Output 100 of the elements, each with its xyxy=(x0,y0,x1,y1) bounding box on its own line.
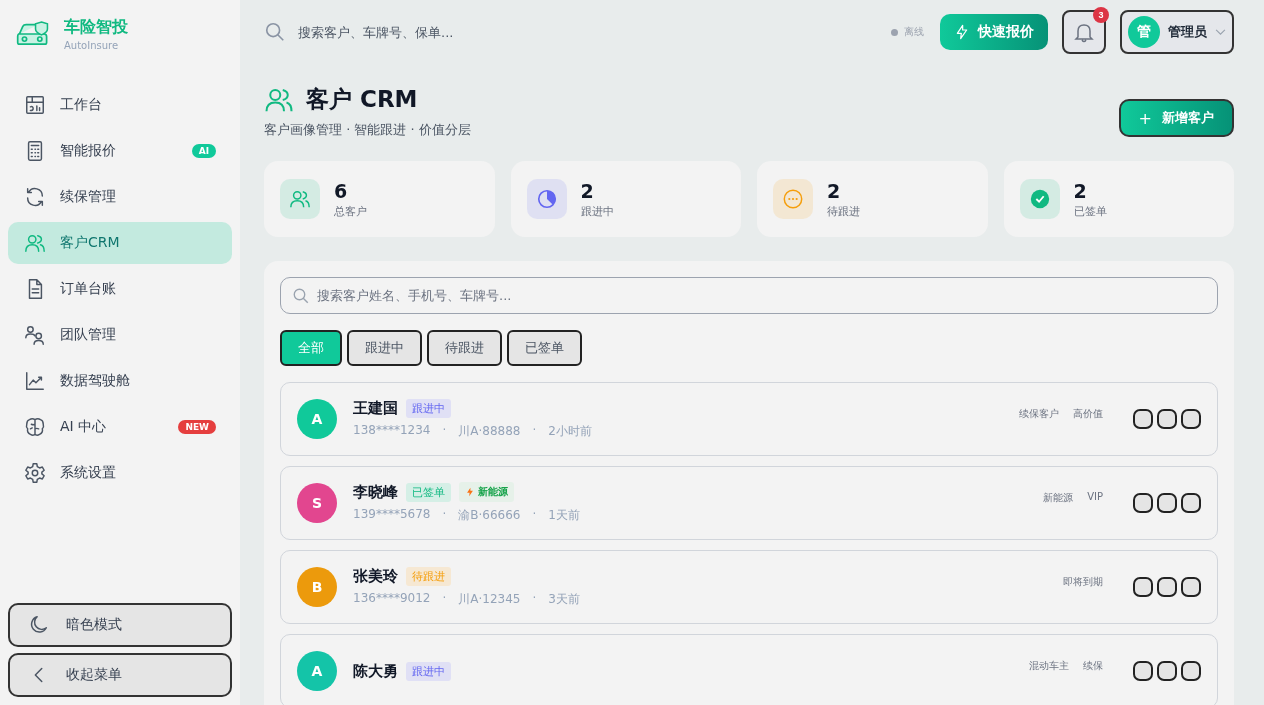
separator-dot: · xyxy=(532,507,537,523)
separator-dot: · xyxy=(442,422,447,439)
action-button[interactable] xyxy=(1133,661,1153,681)
customer-card[interactable]: A 陈大勇 跟进中 混动车主 续保 xyxy=(280,634,1218,705)
last-contact-time: 2小时前 xyxy=(548,422,592,440)
plate-number: 川A·88888 xyxy=(458,422,521,440)
search-icon xyxy=(264,21,286,43)
phone-number: 138****1234 xyxy=(353,422,431,439)
nav-badge: NEW xyxy=(178,420,216,434)
separator-dot: · xyxy=(532,590,537,607)
brand-name: 车险智投 xyxy=(64,17,128,38)
customer-tag: 续保客户 xyxy=(1019,407,1059,421)
customer-tag: 混动车主 xyxy=(1029,659,1069,673)
nav-item[interactable]: 团队管理 xyxy=(8,314,232,356)
status-badge: 跟进中 xyxy=(406,398,451,418)
page-subtitle: 客户画像管理 · 智能跟进 · 价值分层 xyxy=(264,121,471,139)
action-button[interactable] xyxy=(1157,577,1177,597)
stat-value: 2 xyxy=(827,179,842,202)
stat-value: 2 xyxy=(580,179,595,202)
nav-item[interactable]: AI 中心 NEW xyxy=(8,406,232,448)
nav-item[interactable]: 订单台账 xyxy=(8,268,232,310)
action-button[interactable] xyxy=(1181,409,1201,429)
phone-number: 139****5678 xyxy=(353,507,431,523)
stat-label: 已签单 xyxy=(1073,203,1107,219)
status-badge: 已签单 xyxy=(406,482,451,502)
separator-dot: · xyxy=(532,422,537,439)
action-button[interactable] xyxy=(1181,577,1201,597)
search-icon xyxy=(292,287,310,305)
customer-search-field[interactable]: 搜索客户姓名、手机号、车牌号... xyxy=(280,277,1218,314)
avatar: A xyxy=(297,399,337,439)
page-title: 客户 CRM xyxy=(306,85,418,114)
separator-dot: · xyxy=(442,507,447,523)
dark-mode-button[interactable]: 暗色模式 xyxy=(8,603,232,647)
nav-item[interactable]: 客户CRM xyxy=(8,222,232,264)
moon-icon xyxy=(28,614,50,636)
status-badge: 跟进中 xyxy=(406,661,451,681)
stat-label: 待跟进 xyxy=(827,203,860,219)
action-button[interactable] xyxy=(1157,409,1177,429)
customer-tag: 新能源 xyxy=(1043,491,1074,505)
avatar: A xyxy=(297,651,337,691)
car-shield-logo-icon xyxy=(16,20,50,48)
customer-name: 陈大勇 xyxy=(353,661,398,681)
brand-subtitle: AutoInsure xyxy=(64,40,120,51)
line-chart-icon xyxy=(24,370,46,392)
plate-number: 川A·12345 xyxy=(458,590,521,608)
action-button[interactable] xyxy=(1157,661,1177,681)
energy-tag: 新能源 xyxy=(459,482,514,502)
customer-tag: 高价值 xyxy=(1073,407,1103,421)
action-button[interactable] xyxy=(1181,493,1201,513)
people-icon xyxy=(24,324,46,346)
action-button[interactable] xyxy=(1157,493,1177,513)
plus-icon: + xyxy=(1138,108,1152,128)
stat-label: 跟进中 xyxy=(580,203,614,219)
nav-item[interactable]: 数据驾驶舱 xyxy=(8,360,232,402)
nav-item[interactable]: 工作台 xyxy=(8,84,232,126)
customer-name: 张美玲 xyxy=(353,566,398,586)
customer-tag: 续保 xyxy=(1083,659,1103,673)
phone-number: 136****9012 xyxy=(353,590,431,607)
dashboard-icon xyxy=(24,94,46,116)
action-button[interactable] xyxy=(1133,493,1153,513)
notification-count: 3 xyxy=(1093,7,1109,23)
users-icon xyxy=(24,232,46,254)
connection-status: 离线 xyxy=(904,25,924,39)
nav-badge: AI xyxy=(191,144,216,158)
customer-tag: VIP xyxy=(1087,491,1103,505)
last-contact-time: 3天前 xyxy=(548,590,580,608)
stat-value: 2 xyxy=(1073,179,1088,202)
brain-icon xyxy=(24,416,46,438)
filter-tab[interactable]: 已签单 xyxy=(507,330,582,366)
status-badge: 待跟进 xyxy=(406,566,451,586)
avatar: B xyxy=(297,567,337,607)
filter-tab[interactable]: 待跟进 xyxy=(427,330,502,366)
action-button[interactable] xyxy=(1133,409,1153,429)
avatar: S xyxy=(297,483,337,523)
user-menu-button[interactable]: 管 管理员 xyxy=(1120,10,1234,54)
nav-item[interactable]: 系统设置 xyxy=(8,452,232,494)
customer-card[interactable]: B 张美玲 待跟进 136****9012 · 川A·12345 · 3天前 即将到期 xyxy=(280,550,1218,624)
user-avatar: 管 xyxy=(1128,16,1160,48)
customer-card[interactable]: S 李晓峰 已签单 新能源 139****5678 · 渝B·66666 · 1天前 新能源 VIP xyxy=(280,466,1218,540)
separator-dot: · xyxy=(442,590,447,607)
stat-value: 6 xyxy=(334,179,349,202)
stat-label: 总客户 xyxy=(334,203,367,219)
global-search-field[interactable]: 搜索客户、车牌号、保单... xyxy=(296,23,877,41)
lightning-icon xyxy=(465,487,475,497)
settings-icon xyxy=(24,462,46,484)
plate-number: 渝B·66666 xyxy=(458,507,521,524)
refresh-icon xyxy=(24,186,46,208)
nav-item[interactable]: 续保管理 xyxy=(8,176,232,218)
customer-card[interactable]: A 王建国 跟进中 138****1234 · 川A·88888 · 2小时前 续保客户 高价值 xyxy=(280,382,1218,456)
notification-button[interactable]: 3 xyxy=(1062,10,1106,54)
caret-icon xyxy=(1215,28,1226,36)
customer-tag: 即将到期 xyxy=(1063,575,1103,589)
filter-tab[interactable]: 跟进中 xyxy=(347,330,422,366)
action-button[interactable] xyxy=(1181,661,1201,681)
collapse-menu-button[interactable]: 收起菜单 xyxy=(8,653,232,697)
lightning-icon xyxy=(954,24,970,40)
action-button[interactable] xyxy=(1133,577,1153,597)
nav-item[interactable]: 智能报价 AI xyxy=(8,130,232,172)
last-contact-time: 1天前 xyxy=(548,507,580,524)
customer-name: 王建国 xyxy=(353,398,398,418)
